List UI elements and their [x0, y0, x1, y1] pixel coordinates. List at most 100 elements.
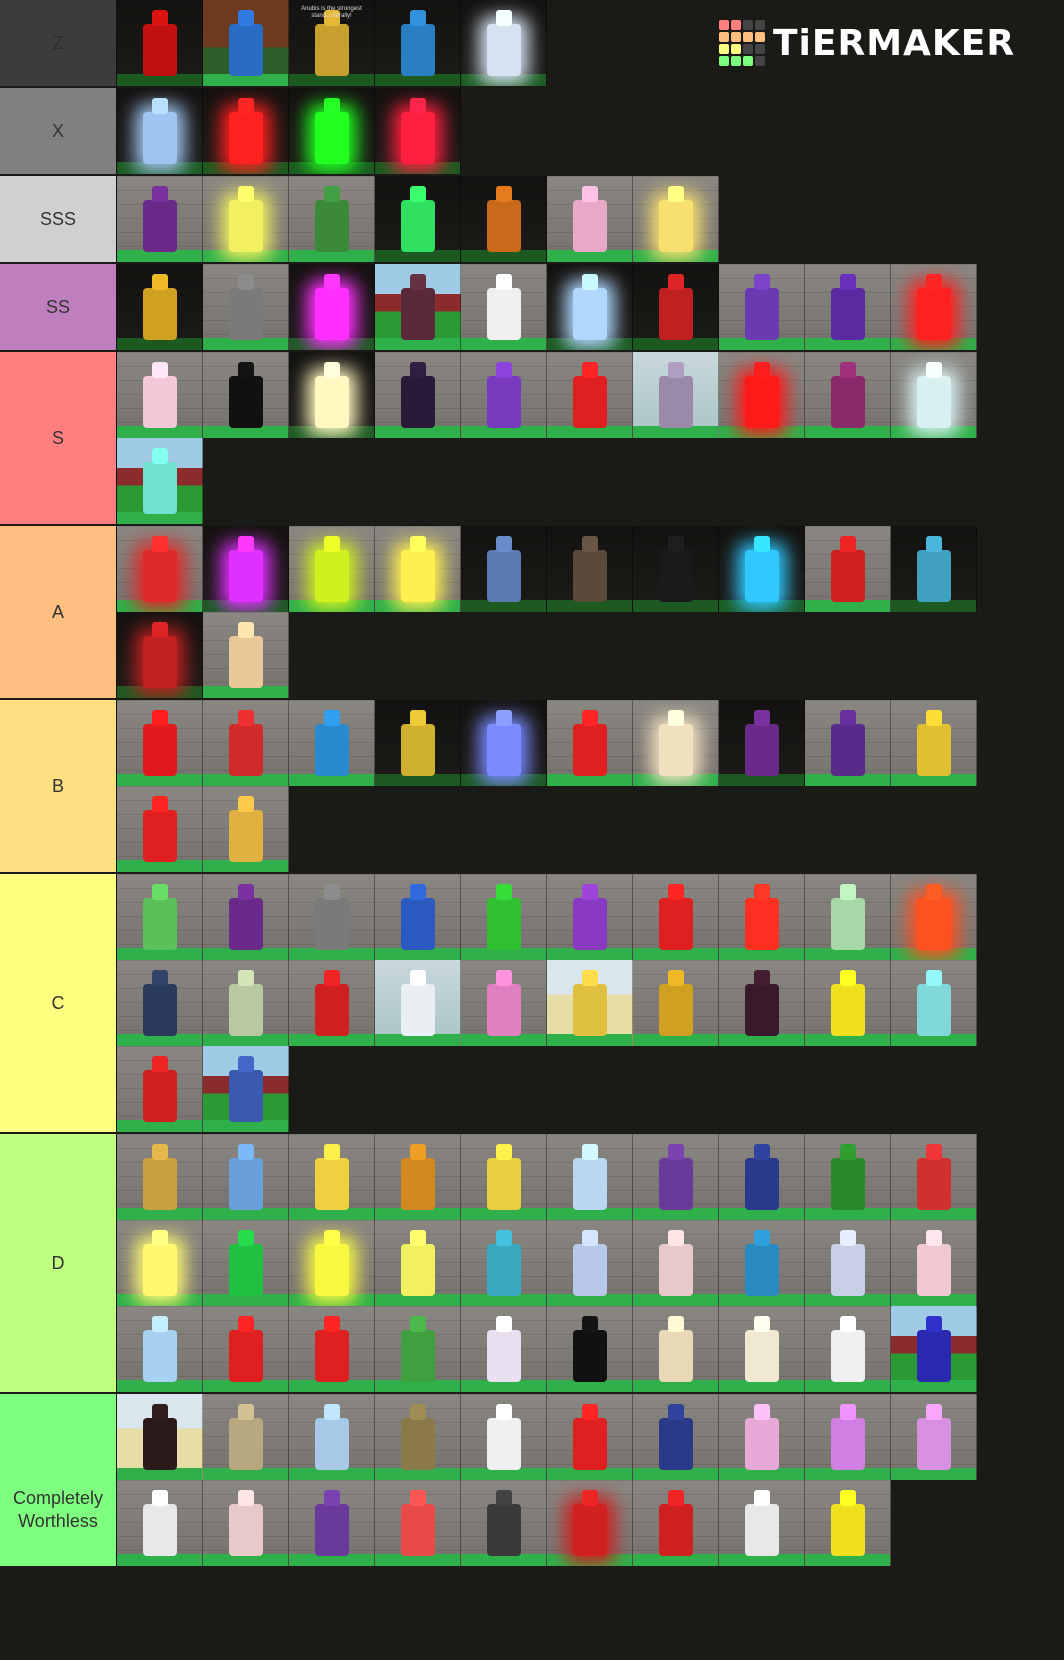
tier-item[interactable]	[375, 1220, 461, 1306]
tier-label[interactable]: B	[0, 700, 117, 872]
tier-item[interactable]	[805, 526, 891, 612]
tier-item[interactable]	[547, 1480, 633, 1566]
tier-item[interactable]	[117, 438, 203, 524]
tier-item[interactable]	[719, 960, 805, 1046]
tier-item[interactable]	[633, 1220, 719, 1306]
tier-item[interactable]	[719, 264, 805, 350]
tier-item[interactable]	[805, 1306, 891, 1392]
tier-item[interactable]	[289, 1480, 375, 1566]
tier-item[interactable]	[719, 700, 805, 786]
tier-item[interactable]	[461, 700, 547, 786]
tier-item[interactable]	[547, 176, 633, 262]
tier-label[interactable]: S	[0, 352, 117, 524]
tier-item[interactable]	[289, 1134, 375, 1220]
tier-item[interactable]	[719, 352, 805, 438]
tier-item[interactable]	[805, 960, 891, 1046]
tier-item[interactable]	[633, 874, 719, 960]
tier-item[interactable]	[117, 88, 203, 174]
tier-item[interactable]	[117, 352, 203, 438]
tier-item[interactable]	[375, 960, 461, 1046]
tier-item[interactable]	[805, 352, 891, 438]
tier-item[interactable]	[375, 176, 461, 262]
tier-item[interactable]	[805, 1134, 891, 1220]
tier-item[interactable]	[891, 700, 977, 786]
tier-item[interactable]	[117, 1220, 203, 1306]
tier-item[interactable]	[375, 1394, 461, 1480]
tier-item[interactable]	[547, 1134, 633, 1220]
tier-item[interactable]	[461, 1480, 547, 1566]
tier-label[interactable]: X	[0, 88, 117, 174]
tier-item[interactable]	[117, 1134, 203, 1220]
tier-item[interactable]	[547, 874, 633, 960]
tier-label[interactable]: SS	[0, 264, 117, 350]
tier-item[interactable]	[891, 1220, 977, 1306]
tier-item[interactable]	[719, 1134, 805, 1220]
tier-item[interactable]	[117, 1480, 203, 1566]
tier-item[interactable]	[375, 526, 461, 612]
tier-item[interactable]	[289, 700, 375, 786]
tier-item[interactable]	[891, 1394, 977, 1480]
tier-item[interactable]	[117, 1046, 203, 1132]
tier-item[interactable]	[203, 1480, 289, 1566]
tier-item[interactable]	[891, 1306, 977, 1392]
tier-item[interactable]	[461, 352, 547, 438]
tier-item[interactable]	[719, 1306, 805, 1392]
tier-item[interactable]	[203, 960, 289, 1046]
tier-item[interactable]	[117, 526, 203, 612]
tier-item[interactable]	[117, 700, 203, 786]
tier-item[interactable]	[375, 700, 461, 786]
tier-item[interactable]	[547, 1220, 633, 1306]
tier-item[interactable]	[203, 700, 289, 786]
tier-item[interactable]	[891, 960, 977, 1046]
tier-item[interactable]	[633, 700, 719, 786]
tier-item[interactable]	[289, 1306, 375, 1392]
tier-item[interactable]	[805, 264, 891, 350]
tier-item[interactable]	[461, 960, 547, 1046]
tier-item[interactable]	[375, 88, 461, 174]
tier-item[interactable]	[547, 700, 633, 786]
tier-item[interactable]	[891, 1134, 977, 1220]
tier-item[interactable]	[891, 352, 977, 438]
tier-label[interactable]: A	[0, 526, 117, 698]
tier-item[interactable]	[203, 526, 289, 612]
tier-item[interactable]	[203, 264, 289, 350]
tier-item[interactable]	[461, 526, 547, 612]
tier-item[interactable]	[289, 176, 375, 262]
tier-item[interactable]	[117, 176, 203, 262]
tier-item[interactable]	[203, 1306, 289, 1392]
tier-item[interactable]	[461, 264, 547, 350]
tier-label[interactable]: C	[0, 874, 117, 1132]
tier-item[interactable]	[289, 1220, 375, 1306]
tier-item[interactable]	[375, 352, 461, 438]
tier-item[interactable]	[289, 526, 375, 612]
tier-item[interactable]	[719, 874, 805, 960]
tier-item[interactable]	[633, 526, 719, 612]
tier-item[interactable]	[375, 874, 461, 960]
tier-item[interactable]	[633, 352, 719, 438]
tier-item[interactable]	[633, 1306, 719, 1392]
tier-item[interactable]	[805, 700, 891, 786]
tier-item[interactable]	[547, 1306, 633, 1392]
tier-item[interactable]	[117, 0, 203, 86]
tier-item[interactable]	[547, 526, 633, 612]
tier-item[interactable]	[203, 176, 289, 262]
tier-item[interactable]	[117, 960, 203, 1046]
tier-item[interactable]	[719, 1480, 805, 1566]
tier-item[interactable]	[633, 264, 719, 350]
tier-item[interactable]	[719, 1220, 805, 1306]
tier-item[interactable]	[461, 1134, 547, 1220]
tier-item[interactable]	[805, 1394, 891, 1480]
tier-label[interactable]: Completely Worthless	[0, 1394, 117, 1566]
tier-label[interactable]: D	[0, 1134, 117, 1392]
tier-item[interactable]	[461, 1220, 547, 1306]
tier-item[interactable]: Anubis is the strongest stand. Literally…	[289, 0, 375, 86]
tier-item[interactable]	[203, 786, 289, 872]
tier-item[interactable]	[203, 612, 289, 698]
tier-item[interactable]	[117, 1306, 203, 1392]
tier-item[interactable]	[375, 1306, 461, 1392]
tier-item[interactable]	[891, 526, 977, 612]
tier-item[interactable]	[203, 1394, 289, 1480]
tier-item[interactable]	[203, 88, 289, 174]
tier-item[interactable]	[805, 874, 891, 960]
tier-item[interactable]	[719, 1394, 805, 1480]
